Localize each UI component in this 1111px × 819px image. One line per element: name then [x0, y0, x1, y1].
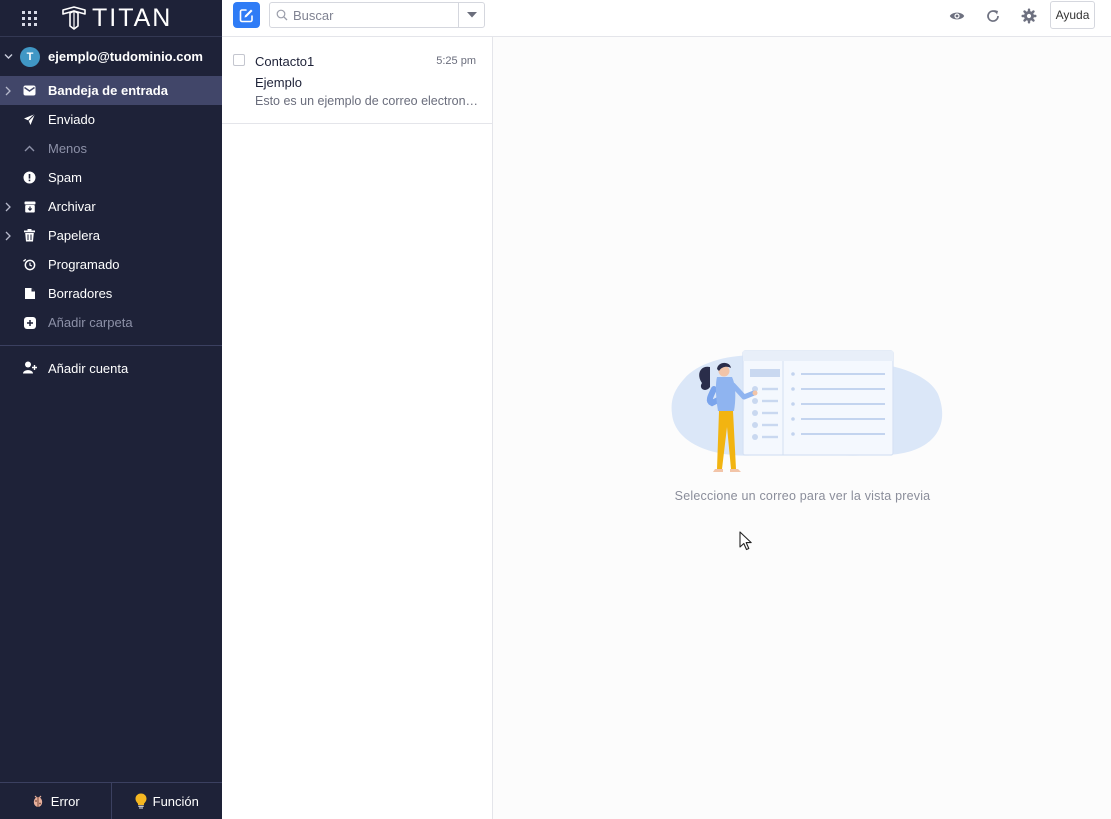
send-icon	[23, 113, 36, 126]
compose-button[interactable]	[233, 2, 260, 28]
mouse-cursor-icon	[739, 531, 752, 551]
add-account-button[interactable]: Añadir cuenta	[0, 346, 222, 390]
preview-pane: Seleccione un correo para ver la vista p…	[494, 37, 1111, 819]
bug-icon	[33, 795, 42, 807]
sidebar-item-label: Programado	[48, 257, 120, 272]
message-subject: Ejemplo	[255, 75, 302, 90]
refresh-button[interactable]	[985, 8, 1001, 24]
sidebar-item-archive[interactable]: Archivar	[0, 192, 222, 221]
caret-down-icon	[466, 12, 477, 18]
message-list: Contacto1 5:25 pm Ejemplo Esto es un eje…	[222, 37, 493, 819]
sidebar: TITAN T ejemplo@tudominio.com Bandeja de…	[0, 0, 222, 819]
gear-icon	[1021, 8, 1037, 24]
report-error-button[interactable]: Error	[0, 783, 111, 819]
titan-logo: TITAN	[61, 4, 172, 33]
brand-name: TITAN	[92, 3, 173, 32]
help-button[interactable]: Ayuda	[1050, 1, 1095, 29]
sidebar-item-label: Añadir carpeta	[48, 315, 133, 330]
chevron-down-icon	[4, 52, 13, 61]
top-toolbar: Ayuda	[222, 0, 1111, 37]
chevron-up-icon	[23, 142, 36, 155]
empty-state-illustration	[671, 350, 943, 472]
spam-icon	[23, 171, 36, 184]
compose-icon	[239, 8, 253, 22]
eye-icon	[949, 12, 965, 20]
sidebar-item-scheduled[interactable]: Programado	[0, 250, 222, 279]
feature-label: Función	[152, 793, 199, 809]
sidebar-item-label: Menos	[48, 141, 88, 156]
add-user-icon	[23, 361, 37, 375]
sidebar-item-less[interactable]: Menos	[0, 134, 222, 163]
archive-icon	[23, 200, 36, 213]
sidebar-item-label: Papelera	[48, 228, 101, 243]
reading-view-button[interactable]	[949, 8, 965, 24]
clock-icon	[23, 258, 36, 271]
sidebar-item-trash[interactable]: Papelera	[0, 221, 222, 250]
sidebar-item-inbox[interactable]: Bandeja de entrada	[0, 76, 222, 105]
titan-logo-icon	[62, 6, 86, 30]
message-preview: Esto es un ejemplo de correo electronico	[255, 94, 479, 108]
sidebar-item-drafts[interactable]: Borradores	[0, 279, 222, 308]
account-email: ejemplo@tudominio.com	[48, 49, 203, 64]
sidebar-item-sent[interactable]: Enviado	[0, 105, 222, 134]
chevron-right-icon[interactable]	[4, 221, 12, 250]
sidebar-item-label: Archivar	[48, 199, 96, 214]
folder-list: Bandeja de entrada Enviado Menos Spam Ar…	[0, 76, 222, 337]
sidebar-item-spam[interactable]: Spam	[0, 163, 222, 192]
feature-request-button[interactable]: Función	[110, 783, 223, 819]
message-sender: Contacto1	[255, 54, 315, 69]
preview-empty-message: Seleccione un correo para ver la vista p…	[674, 489, 931, 503]
inbox-icon	[23, 84, 36, 97]
add-account-label: Añadir cuenta	[48, 360, 129, 376]
search-box	[269, 2, 485, 28]
settings-button[interactable]	[1021, 8, 1037, 24]
message-row[interactable]: Contacto1 5:25 pm Ejemplo Esto es un eje…	[222, 37, 492, 124]
search-input[interactable]	[293, 4, 453, 26]
search-options-button[interactable]	[458, 3, 484, 27]
sidebar-item-label: Spam	[48, 170, 82, 185]
sidebar-item-label: Borradores	[48, 286, 113, 301]
error-label: Error	[50, 793, 80, 809]
sidebar-item-add-folder[interactable]: Añadir carpeta	[0, 308, 222, 337]
sidebar-item-label: Enviado	[48, 112, 95, 127]
account-avatar: T	[20, 46, 40, 67]
account-row[interactable]: T ejemplo@tudominio.com	[0, 37, 222, 76]
trash-icon	[23, 229, 36, 242]
message-time: 5:25 pm	[436, 55, 476, 67]
chevron-right-icon[interactable]	[4, 76, 12, 105]
apps-grid-icon[interactable]	[22, 10, 37, 26]
lightbulb-icon	[135, 793, 147, 809]
refresh-icon	[987, 10, 999, 22]
sidebar-bottom-bar: Error Función	[0, 782, 222, 819]
add-folder-icon	[23, 316, 36, 329]
chevron-right-icon[interactable]	[4, 192, 12, 221]
sidebar-item-label: Bandeja de entrada	[48, 83, 168, 98]
brand-bar: TITAN	[0, 0, 222, 37]
search-icon	[276, 9, 288, 21]
drafts-icon	[23, 287, 36, 300]
message-checkbox[interactable]	[233, 54, 245, 66]
